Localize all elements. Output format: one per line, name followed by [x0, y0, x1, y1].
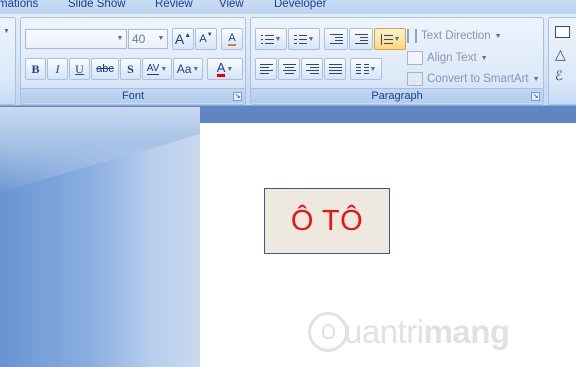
character-spacing-button[interactable]: AV ▼: [142, 58, 172, 80]
chevron-down-icon: ▼: [369, 65, 377, 73]
align-text-button[interactable]: Align Text ▼: [407, 49, 488, 67]
font-dialog-launcher-icon[interactable]: ↘: [233, 92, 242, 101]
align-left-icon: [259, 63, 273, 75]
chevron-down-icon: ▼: [226, 65, 234, 73]
bullets-icon: [260, 34, 274, 45]
clear-formatting-button[interactable]: A: [221, 28, 243, 50]
bullets-button[interactable]: ▼: [255, 28, 287, 50]
increase-indent-button[interactable]: [349, 28, 373, 50]
font-color-icon: A: [216, 59, 226, 77]
smartart-icon: [407, 72, 423, 86]
text-box-shape-icon[interactable]: [555, 26, 570, 38]
paragraph-group: ▼ ▼ ▼ Text Direction ▼ ▼ Align Text ▼ Co…: [250, 17, 544, 105]
watermark-text: uantrimang: [344, 313, 510, 350]
align-center-icon: [282, 63, 296, 75]
shrink-font-button[interactable]: A ▼: [195, 28, 217, 50]
bold-button[interactable]: B: [25, 58, 46, 80]
curve-shape-icon[interactable]: ℰ: [555, 68, 563, 84]
align-right-button[interactable]: [301, 58, 323, 80]
italic-button[interactable]: I: [47, 58, 68, 80]
watermark-bulb-icon: [308, 312, 348, 352]
decrease-indent-button[interactable]: [324, 28, 348, 50]
chevron-down-icon: ▼: [192, 65, 200, 73]
chevron-down-icon: ▼: [494, 32, 502, 40]
caret-up-icon: ▲: [184, 31, 192, 39]
slide-text-box[interactable]: Ô TÔ: [264, 188, 390, 254]
chevron-down-icon[interactable]: ▼: [155, 30, 167, 48]
font-color-button[interactable]: A ▼: [207, 58, 243, 80]
underline-button[interactable]: U: [69, 58, 90, 80]
numbering-button[interactable]: ▼: [288, 28, 320, 50]
text-direction-label: Text Direction: [421, 30, 491, 42]
justify-icon: [328, 63, 342, 75]
chevron-down-icon: ▼: [532, 75, 540, 83]
tab-animations[interactable]: mations: [0, 0, 38, 10]
align-right-icon: [305, 63, 319, 75]
paragraph-dialog-launcher-icon[interactable]: ↘: [531, 92, 540, 101]
chevron-down-icon: ▼: [393, 35, 401, 43]
font-group-label: Font: [21, 88, 245, 103]
font-group: ▼ 40 ▼ A ▲ A ▼ A B I U abc S AV ▼ Aa ▼ A ▼ Fo…: [20, 17, 246, 105]
paragraph-group-label: Paragraph: [251, 88, 543, 103]
ribbon: ▼ ▼ 40 ▼ A▲ A▼ A B I U abc S AV▼ Aa▼: [0, 14, 576, 106]
align-left-button[interactable]: [255, 58, 277, 80]
drawing-group-partial: △ ℰ: [548, 17, 576, 105]
increase-indent-icon: [354, 33, 368, 45]
chevron-down-icon: ▼: [307, 35, 315, 43]
text-direction-button[interactable]: Text Direction ▼: [407, 27, 502, 45]
align-text-icon: [407, 51, 423, 65]
columns-icon: [355, 63, 369, 75]
change-case-icon: Aa: [176, 62, 192, 76]
slide-canvas[interactable]: Ô TÔ uantrimang: [200, 123, 576, 367]
convert-smartart-button[interactable]: Convert to SmartArt ▼: [407, 70, 540, 88]
character-spacing-icon: AV: [146, 62, 160, 75]
font-size-combo[interactable]: 40 ▼: [128, 29, 168, 49]
slide-text[interactable]: Ô TÔ: [291, 205, 363, 238]
ribbon-tab-strip: mations Slide Show Review View Developer: [0, 0, 576, 14]
tab-view[interactable]: View: [219, 0, 244, 10]
grow-font-icon: A: [174, 31, 185, 47]
tab-slide-show[interactable]: Slide Show: [68, 0, 126, 10]
chevron-down-icon: ▼: [274, 35, 282, 43]
justify-button[interactable]: [324, 58, 346, 80]
grow-font-button[interactable]: A ▲: [172, 28, 194, 50]
change-case-button[interactable]: Aa ▼: [173, 58, 203, 80]
numbering-icon: [293, 34, 307, 45]
clear-formatting-icon: A: [228, 31, 236, 46]
triangle-shape-icon[interactable]: △: [555, 46, 566, 63]
tab-developer[interactable]: Developer: [274, 0, 326, 10]
chevron-down-icon[interactable]: ▼: [114, 30, 126, 48]
font-size-value: 40: [132, 32, 146, 46]
caret-down-icon: ▼: [206, 32, 213, 38]
line-spacing-icon: [380, 33, 393, 45]
font-name-combo[interactable]: ▼: [25, 29, 127, 49]
align-center-button[interactable]: [278, 58, 300, 80]
group-left-partial: ▼: [0, 17, 16, 105]
chevron-down-icon: ▼: [160, 65, 168, 73]
convert-smartart-label: Convert to SmartArt: [427, 73, 529, 85]
columns-button[interactable]: ▼: [350, 58, 382, 80]
strikethrough-button[interactable]: abc: [91, 58, 119, 80]
chevron-down-icon: ▼: [480, 54, 488, 62]
slides-pane-background: [0, 107, 200, 367]
text-shadow-button[interactable]: S: [120, 58, 141, 80]
align-text-label: Align Text: [427, 52, 477, 64]
shrink-font-icon: A: [199, 33, 207, 45]
watermark-logo: uantrimang: [308, 309, 510, 355]
line-spacing-button[interactable]: ▼: [374, 28, 406, 50]
decrease-indent-icon: [329, 33, 343, 45]
chevron-down-icon[interactable]: ▼: [3, 28, 10, 35]
tab-review[interactable]: Review: [155, 0, 193, 10]
text-direction-icon: [407, 29, 417, 43]
